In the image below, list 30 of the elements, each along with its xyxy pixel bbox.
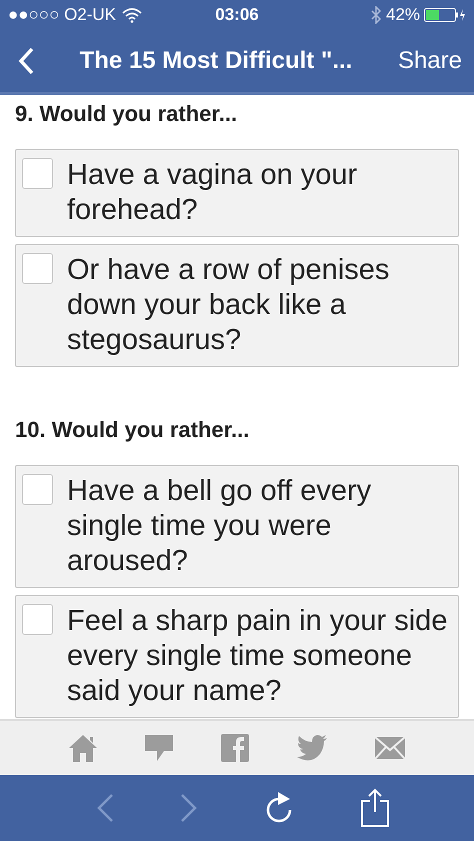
answer-text: Have a bell go off every single time you were aroused? <box>67 474 372 579</box>
bird-icon[interactable] <box>296 734 328 762</box>
comment-icon[interactable] <box>144 733 174 763</box>
checkbox[interactable] <box>22 253 53 284</box>
battery-percentage: 42% <box>386 5 420 25</box>
clock-time: 03:06 <box>215 5 259 25</box>
page-title: The 15 Most Difficult "... <box>78 47 354 75</box>
answer-text: Or have a row of penises down your back like a stegosaurus? <box>67 253 390 358</box>
share-link[interactable]: Share <box>398 47 462 75</box>
answer-option[interactable]: Have a bell go off every single time you were aroused? <box>15 465 459 588</box>
facebook-icon[interactable] <box>220 733 250 763</box>
back-button[interactable] <box>18 47 34 75</box>
bluetooth-icon <box>370 6 382 24</box>
answer-option[interactable]: Have a vagina on your forehead? <box>15 149 459 237</box>
wifi-icon <box>122 8 142 22</box>
checkbox[interactable] <box>22 474 53 505</box>
share-icon[interactable] <box>360 788 390 828</box>
mail-icon[interactable] <box>374 736 406 760</box>
battery-icon <box>424 8 466 22</box>
answer-text: Have a vagina on your forehead? <box>67 158 358 228</box>
answer-option[interactable]: Or have a row of penises down your back like a stegosaurus? <box>15 244 459 367</box>
checkbox[interactable] <box>22 158 53 189</box>
question-title: 10. Would you rather... <box>15 417 250 443</box>
checkbox[interactable] <box>22 604 53 635</box>
reload-icon[interactable] <box>264 791 294 825</box>
answer-text: Feel a sharp pain in your side every single time someone said your name? <box>67 604 448 709</box>
question-title: 9. Would you rather... <box>15 101 238 127</box>
carrier-name: ●●○○○ O2-UK <box>8 5 116 25</box>
home-icon[interactable] <box>68 733 98 763</box>
answer-option[interactable]: Feel a sharp pain in your side every single time someone said your name? <box>15 595 459 718</box>
